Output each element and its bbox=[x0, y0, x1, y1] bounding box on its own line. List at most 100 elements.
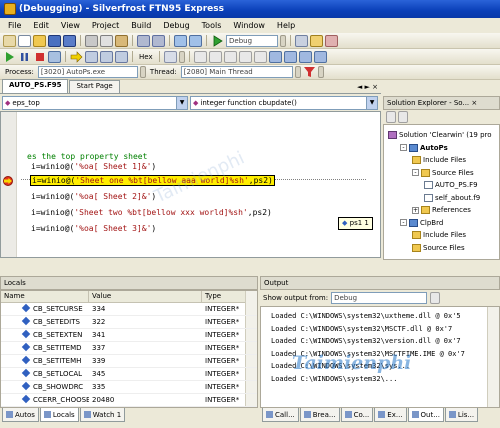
chevron-down-icon[interactable]: ▼ bbox=[176, 96, 187, 109]
thread-combo[interactable]: [2080] Main Thread bbox=[180, 66, 293, 78]
paste-icon[interactable] bbox=[115, 34, 128, 47]
tree-node[interactable]: - Source Files bbox=[412, 168, 474, 177]
save-all-icon[interactable] bbox=[63, 34, 76, 47]
clear-bookmarks-icon[interactable] bbox=[313, 50, 327, 63]
column-header-type[interactable]: Type bbox=[202, 291, 247, 303]
indent-icon[interactable] bbox=[208, 50, 222, 63]
tab-call[interactable]: Call... bbox=[262, 408, 299, 422]
tree-node[interactable]: Include Files bbox=[412, 231, 466, 239]
table-row[interactable]: CCERR_CHOOSE 20480 INTEGER* bbox=[1, 394, 257, 407]
table-row[interactable]: CB_SETCURSE 334 INTEGER* bbox=[1, 303, 257, 316]
start-debug-icon[interactable] bbox=[211, 34, 224, 47]
properties-icon[interactable] bbox=[386, 111, 396, 123]
stop-debugging-icon[interactable] bbox=[33, 51, 46, 63]
show-next-statement-icon[interactable] bbox=[70, 50, 83, 63]
process-combo[interactable]: [3020] AutoPs.exe bbox=[37, 66, 138, 78]
tab-brea[interactable]: Brea... bbox=[299, 408, 340, 422]
chevron-down-icon[interactable] bbox=[317, 66, 324, 78]
locals-title[interactable]: Locals bbox=[0, 276, 258, 290]
comment-icon[interactable] bbox=[238, 50, 252, 63]
redo-icon[interactable] bbox=[152, 34, 165, 47]
tab-start-page[interactable]: Start Page bbox=[69, 80, 120, 93]
toolbox-icon[interactable] bbox=[325, 34, 338, 47]
tree-node[interactable]: + References bbox=[412, 206, 471, 214]
menu-project[interactable]: Project bbox=[86, 21, 125, 30]
undo-icon[interactable] bbox=[137, 34, 150, 47]
table-row[interactable]: CB_SHOWDRC 335 INTEGER* bbox=[1, 381, 257, 394]
menu-tools[interactable]: Tools bbox=[196, 21, 228, 30]
tree-node[interactable]: self_about.f9 bbox=[424, 193, 480, 202]
new-file-icon[interactable] bbox=[18, 34, 31, 47]
save-icon[interactable] bbox=[48, 34, 61, 47]
chevron-down-icon[interactable] bbox=[280, 34, 286, 47]
output-scrollbar[interactable] bbox=[487, 307, 499, 407]
output-source-combo[interactable]: Debug bbox=[331, 292, 428, 304]
break-all-icon[interactable] bbox=[18, 51, 31, 63]
tree-node[interactable]: Include Files bbox=[412, 156, 466, 164]
tree-node[interactable]: - AutoPs bbox=[400, 143, 448, 152]
menu-edit[interactable]: Edit bbox=[27, 21, 55, 30]
show-all-files-icon[interactable] bbox=[398, 111, 408, 123]
menu-help[interactable]: Help bbox=[271, 21, 301, 30]
tab-locals[interactable]: Locals bbox=[39, 408, 79, 422]
table-row[interactable]: CB_SETEXTEN 341 INTEGER* bbox=[1, 329, 257, 342]
outdent-icon[interactable] bbox=[223, 50, 237, 63]
table-row[interactable]: CB_SETEDITS 322 INTEGER* bbox=[1, 316, 257, 329]
step-into-icon[interactable] bbox=[85, 50, 98, 63]
tab-ex[interactable]: Ex... bbox=[374, 408, 407, 422]
tab-co[interactable]: Co... bbox=[340, 408, 374, 422]
collapse-icon[interactable]: - bbox=[400, 144, 407, 151]
tree-node[interactable]: - ClpBrd bbox=[400, 218, 443, 227]
chevron-down-icon[interactable] bbox=[139, 66, 146, 78]
solution-explorer-title[interactable]: Solution Explorer - So... × bbox=[383, 96, 500, 110]
menu-build[interactable]: Build bbox=[125, 21, 157, 30]
collapse-icon[interactable]: - bbox=[412, 169, 419, 176]
menu-window[interactable]: Window bbox=[227, 21, 271, 30]
menu-file[interactable]: File bbox=[2, 21, 27, 30]
step-out-icon[interactable] bbox=[115, 50, 128, 63]
scope-right-select[interactable]: ◆ integer function cbupdate() ▼ bbox=[190, 95, 378, 110]
tab-close-icon[interactable]: ◄ ► × bbox=[354, 83, 381, 91]
chevron-down-icon[interactable] bbox=[178, 50, 185, 63]
restart-icon[interactable] bbox=[48, 50, 61, 63]
column-header-name[interactable]: Name bbox=[1, 291, 89, 303]
navigate-forward-icon[interactable] bbox=[189, 34, 202, 47]
hex-toggle[interactable]: Hex bbox=[137, 53, 155, 61]
tree-node[interactable]: Source Files bbox=[412, 243, 465, 252]
table-row[interactable]: CB_SETITEMD 337 INTEGER* bbox=[1, 342, 257, 355]
bookmark-icon[interactable] bbox=[268, 50, 282, 63]
properties-icon[interactable] bbox=[310, 34, 323, 47]
text-editor-icon[interactable] bbox=[193, 50, 207, 63]
chevron-down-icon[interactable]: ▼ bbox=[366, 96, 377, 109]
tab-autos[interactable]: Autos bbox=[2, 408, 39, 422]
copy-icon[interactable] bbox=[100, 34, 113, 47]
find-icon[interactable] bbox=[295, 34, 308, 47]
tree-node[interactable]: Solution 'Clearwin' (19 pro bbox=[388, 131, 492, 139]
collapse-icon[interactable]: - bbox=[400, 219, 407, 226]
cut-icon[interactable] bbox=[85, 34, 98, 47]
solution-config-combo[interactable]: Debug bbox=[226, 34, 278, 47]
column-header-value[interactable]: Value bbox=[89, 291, 202, 303]
navigate-back-icon[interactable] bbox=[174, 34, 187, 47]
new-project-icon[interactable] bbox=[3, 34, 16, 47]
expand-icon[interactable]: + bbox=[412, 206, 419, 214]
code-editor[interactable]: es the top property sheet i=winio@('%oa[… bbox=[0, 111, 381, 258]
tree-node[interactable]: AUTO_PS.F9 bbox=[424, 181, 478, 189]
menu-debug[interactable]: Debug bbox=[157, 21, 195, 30]
tab-out[interactable]: Out... bbox=[407, 408, 444, 422]
tab-auto-ps[interactable]: AUTO_PS.F95 bbox=[2, 79, 69, 93]
clear-output-icon[interactable] bbox=[430, 292, 441, 304]
scope-left-select[interactable]: ◆ eps_top ▼ bbox=[2, 95, 188, 110]
continue-icon[interactable] bbox=[3, 51, 16, 63]
chevron-down-icon[interactable] bbox=[294, 66, 301, 78]
menu-view[interactable]: View bbox=[55, 21, 86, 30]
tab-watch-1[interactable]: Watch 1 bbox=[79, 408, 126, 422]
output-title[interactable]: Output bbox=[260, 276, 500, 290]
open-folder-icon[interactable] bbox=[33, 34, 46, 47]
table-row[interactable]: CB_SETITEMH 339 INTEGER* bbox=[1, 355, 257, 368]
table-row[interactable]: CB_SETLOCAL 345 INTEGER* bbox=[1, 368, 257, 381]
tab-lis[interactable]: Lis... bbox=[444, 408, 479, 422]
next-bookmark-icon[interactable] bbox=[298, 50, 312, 63]
uncomment-icon[interactable] bbox=[253, 50, 267, 63]
windows-icon[interactable] bbox=[163, 50, 177, 63]
